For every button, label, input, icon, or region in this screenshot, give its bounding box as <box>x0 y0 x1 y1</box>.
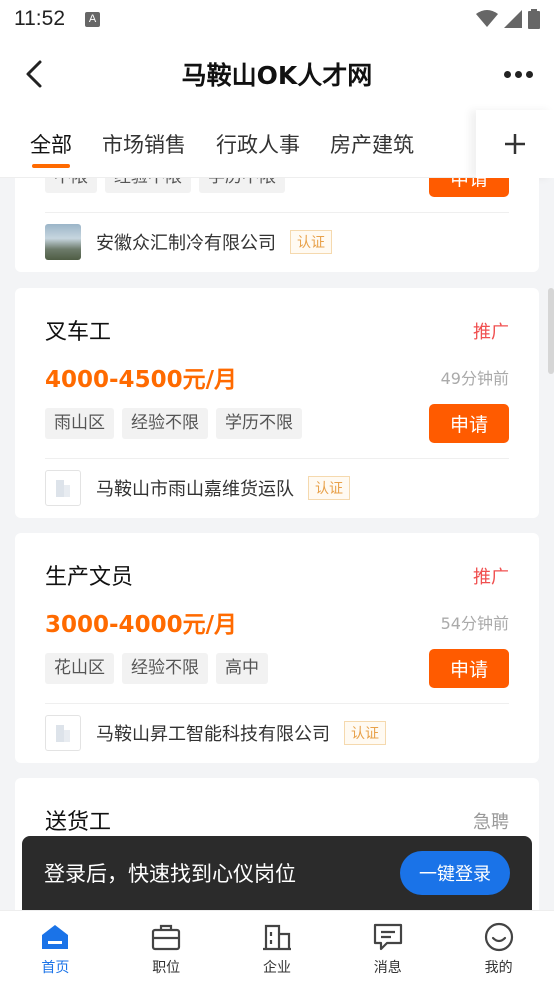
nav-label: 我的 <box>484 960 513 976</box>
nav-home[interactable]: 首页 <box>0 911 111 984</box>
message-icon <box>372 921 404 953</box>
battery-icon <box>528 9 540 29</box>
nav-messages[interactable]: 消息 <box>332 911 443 984</box>
company-logo-placeholder-icon <box>45 715 81 751</box>
scrollbar[interactable] <box>548 288 554 374</box>
signal-icon <box>504 10 522 28</box>
company-row[interactable]: 马鞍山市雨山嘉维货运队 认证 <box>45 470 350 506</box>
verified-badge: 认证 <box>344 721 386 745</box>
apply-button[interactable]: 申请 <box>429 649 509 688</box>
tab-all[interactable]: 全部 <box>0 110 87 178</box>
divider <box>45 458 509 459</box>
bottom-navigation: 首页 职位 企业 消息 我的 <box>0 910 554 984</box>
company-row[interactable]: 安徽众汇制冷有限公司 认证 <box>45 224 332 260</box>
job-salary: 3000-4000元/月 <box>45 612 237 638</box>
chip: 高中 <box>216 653 268 684</box>
briefcase-icon <box>150 921 182 953</box>
nav-label: 首页 <box>41 960 70 976</box>
chip: 经验不限 <box>105 178 191 193</box>
divider <box>45 212 509 213</box>
verified-badge: 认证 <box>308 476 350 500</box>
nav-jobs[interactable]: 职位 <box>111 911 222 984</box>
status-time: 11:52 <box>14 7 65 30</box>
chip: 花山区 <box>45 653 114 684</box>
wifi-icon <box>476 10 498 27</box>
job-card[interactable]: 叉车工 推广 4000-4500元/月 49分钟前 雨山区 经验不限 学历不限 … <box>15 288 539 518</box>
verified-badge: 认证 <box>290 230 332 254</box>
nav-companies[interactable]: 企业 <box>222 911 333 984</box>
company-logo-placeholder-icon <box>45 470 81 506</box>
job-list[interactable]: 不限 经验不限 学历不限 申请 安徽众汇制冷有限公司 认证 叉车工 推广 400… <box>0 178 554 910</box>
building-icon <box>261 921 293 953</box>
more-dot <box>525 70 533 78</box>
job-title: 叉车工 <box>45 320 112 345</box>
chip: 学历不限 <box>216 408 302 439</box>
home-icon <box>39 921 71 953</box>
nav-label: 职位 <box>152 960 181 976</box>
nav-label: 企业 <box>262 960 291 976</box>
divider <box>45 703 509 704</box>
chip: 经验不限 <box>122 408 208 439</box>
status-bar: 11:52 A <box>0 0 554 38</box>
promoted-tag: 推广 <box>473 322 509 343</box>
notification-a-icon: A <box>85 11 100 27</box>
back-arrow-icon <box>26 60 42 88</box>
tab-real-estate[interactable]: 房产建筑 <box>315 110 429 178</box>
nav-profile[interactable]: 我的 <box>443 911 554 984</box>
job-salary: 4000-4500元/月 <box>45 367 237 393</box>
job-card[interactable]: 生产文员 推广 3000-4000元/月 54分钟前 花山区 经验不限 高中 申… <box>15 533 539 763</box>
company-name: 马鞍山市雨山嘉维货运队 <box>96 479 294 500</box>
login-prompt-text: 登录后，快速找到心仪岗位 <box>44 862 296 886</box>
back-button[interactable] <box>16 56 52 92</box>
top-navbar: 马鞍山OK人才网 <box>0 38 554 110</box>
company-name: 马鞍山昇工智能科技有限公司 <box>96 724 330 745</box>
company-row[interactable]: 马鞍山昇工智能科技有限公司 认证 <box>45 715 386 751</box>
apply-button[interactable]: 申请 <box>429 404 509 443</box>
chip: 经验不限 <box>122 653 208 684</box>
more-menu-button[interactable] <box>500 60 536 88</box>
more-dots-icon <box>503 70 511 78</box>
post-time: 54分钟前 <box>440 614 509 633</box>
promoted-tag: 推广 <box>473 567 509 588</box>
job-title: 生产文员 <box>45 565 134 590</box>
job-card[interactable]: 不限 经验不限 学历不限 申请 安徽众汇制冷有限公司 认证 <box>15 178 539 272</box>
job-chips: 花山区 经验不限 高中 <box>45 653 268 684</box>
page-title: 马鞍山OK人才网 <box>181 61 373 90</box>
plus-icon <box>505 134 525 154</box>
tab-marketing-sales[interactable]: 市场销售 <box>87 110 201 178</box>
company-name: 安徽众汇制冷有限公司 <box>96 233 276 254</box>
urgent-tag: 急聘 <box>473 812 509 833</box>
job-title: 送货工 <box>45 810 112 835</box>
more-dot <box>514 70 522 78</box>
job-chips: 雨山区 经验不限 学历不限 <box>45 408 302 439</box>
chip: 雨山区 <box>45 408 114 439</box>
apply-button[interactable]: 申请 <box>429 178 509 197</box>
chip: 学历不限 <box>199 178 285 193</box>
chip: 不限 <box>45 178 97 193</box>
profile-icon <box>483 921 515 953</box>
company-logo <box>45 224 81 260</box>
tab-admin-hr[interactable]: 行政人事 <box>201 110 315 178</box>
post-time: 49分钟前 <box>440 369 509 388</box>
add-category-button[interactable] <box>476 110 554 178</box>
nav-label: 消息 <box>373 960 402 976</box>
login-prompt-banner: 登录后，快速找到心仪岗位 一键登录 <box>22 836 532 910</box>
job-chips: 不限 经验不限 学历不限 <box>45 178 285 193</box>
one-click-login-button[interactable]: 一键登录 <box>400 851 510 895</box>
category-tabs: 全部 市场销售 行政人事 房产建筑 <box>0 110 554 178</box>
